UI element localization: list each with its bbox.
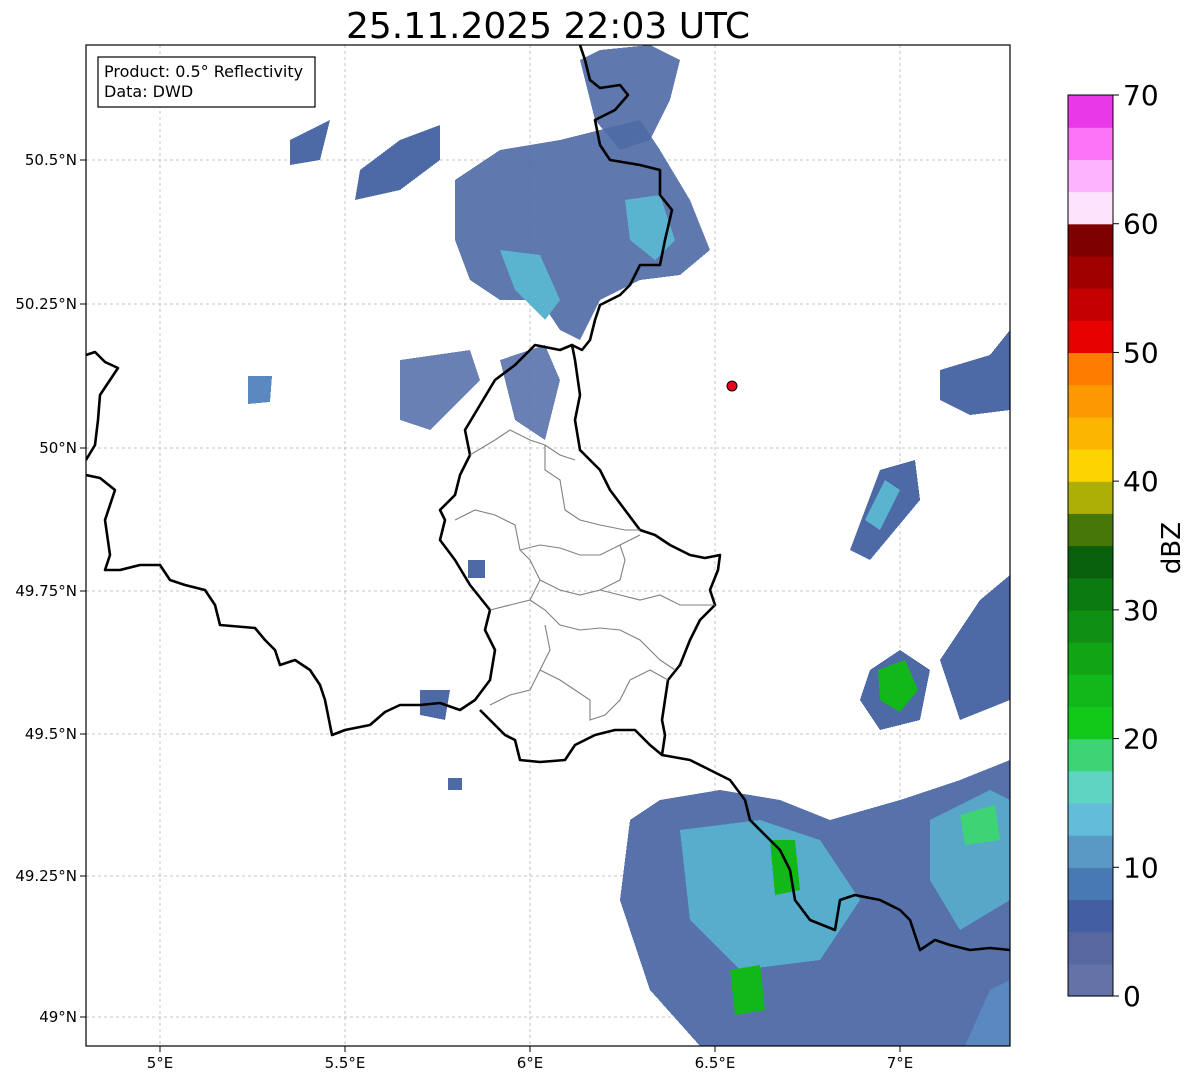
colorbar-swatch [1068, 770, 1113, 804]
colorbar-swatch [1068, 513, 1113, 547]
colorbar-swatch [1068, 835, 1113, 868]
x-tick-label: 5.5°E [325, 1054, 366, 1072]
colorbar-tick-label: 30 [1123, 594, 1159, 627]
y-tick-label: 49.25°N [15, 867, 77, 885]
colorbar-tick-label: 40 [1123, 465, 1159, 498]
colorbar-swatch [1068, 127, 1113, 160]
x-tick-label: 6°E [517, 1054, 544, 1072]
colorbar-swatch [1068, 416, 1113, 450]
colorbar-swatch [1068, 288, 1113, 321]
colorbar-swatch [1068, 255, 1113, 289]
info-box-data-source: Data: DWD [104, 82, 193, 101]
echo-small-w [468, 560, 485, 578]
colorbar-label: dBZ [1157, 522, 1187, 574]
colorbar-swatch [1068, 384, 1113, 418]
colorbar-tick-label: 60 [1123, 208, 1159, 241]
y-tick-label: 49°N [39, 1008, 77, 1026]
colorbar-swatch [1068, 191, 1113, 225]
colorbar-swatch [1068, 320, 1113, 354]
info-box: Product: 0.5° Reflectivity Data: DWD [97, 56, 316, 108]
radar-site-marker [726, 380, 738, 392]
x-axis: 5°E 5.5°E 6°E 6.5°E 7°E [147, 1046, 914, 1072]
radar-figure: 25.11.2025 22:03 UTC Product: 0.5° Refle… [15, 6, 1187, 1072]
colorbar-swatch [1068, 577, 1113, 611]
echo-south-core-a [770, 840, 800, 895]
colorbar: 0 10 20 30 40 50 60 70 [1067, 79, 1159, 1013]
colorbar-swatch [1068, 95, 1113, 128]
y-tick-label: 49.5°N [25, 725, 77, 743]
colorbar-swatch [1068, 609, 1113, 643]
y-axis: 50.5°N 50.25°N 50°N 49.75°N 49.5°N 49.25°N 49°… [15, 151, 86, 1026]
colorbar-tick-label: 70 [1123, 79, 1159, 112]
echo-small-s [448, 778, 462, 790]
colorbar-swatch [1068, 706, 1113, 740]
y-tick-label: 50°N [39, 439, 77, 457]
colorbar-tick-label: 0 [1123, 980, 1141, 1013]
echo-west-blob [248, 376, 272, 404]
x-tick-label: 6.5°E [695, 1054, 736, 1072]
colorbar-swatch [1068, 352, 1113, 386]
colorbar-swatch [1068, 159, 1113, 193]
colorbar-swatch [1068, 448, 1113, 482]
colorbar-swatch [1068, 738, 1113, 772]
colorbar-tick-label: 20 [1123, 723, 1159, 756]
colorbar-swatch [1068, 545, 1113, 579]
colorbar-swatch [1068, 931, 1113, 965]
info-box-product: Product: 0.5° Reflectivity [104, 62, 303, 81]
colorbar-swatch [1068, 867, 1113, 901]
y-tick-label: 49.75°N [15, 582, 77, 600]
colorbar-tick-label: 10 [1123, 851, 1159, 884]
colorbar-swatch [1068, 802, 1113, 836]
x-tick-label: 7°E [887, 1054, 914, 1072]
colorbar-swatch [1068, 674, 1113, 707]
colorbar-tick-label: 50 [1123, 336, 1159, 369]
y-tick-label: 50.5°N [25, 151, 77, 169]
colorbar-swatch [1068, 963, 1113, 997]
colorbar-swatch [1068, 481, 1113, 514]
colorbar-swatch [1068, 223, 1113, 257]
echo-south-core-b [730, 965, 765, 1015]
colorbar-swatch [1068, 899, 1113, 933]
colorbar-swatch [1068, 642, 1113, 675]
map-title: 25.11.2025 22:03 UTC [346, 6, 750, 47]
y-tick-label: 50.25°N [15, 295, 77, 313]
x-tick-label: 5°E [147, 1054, 174, 1072]
